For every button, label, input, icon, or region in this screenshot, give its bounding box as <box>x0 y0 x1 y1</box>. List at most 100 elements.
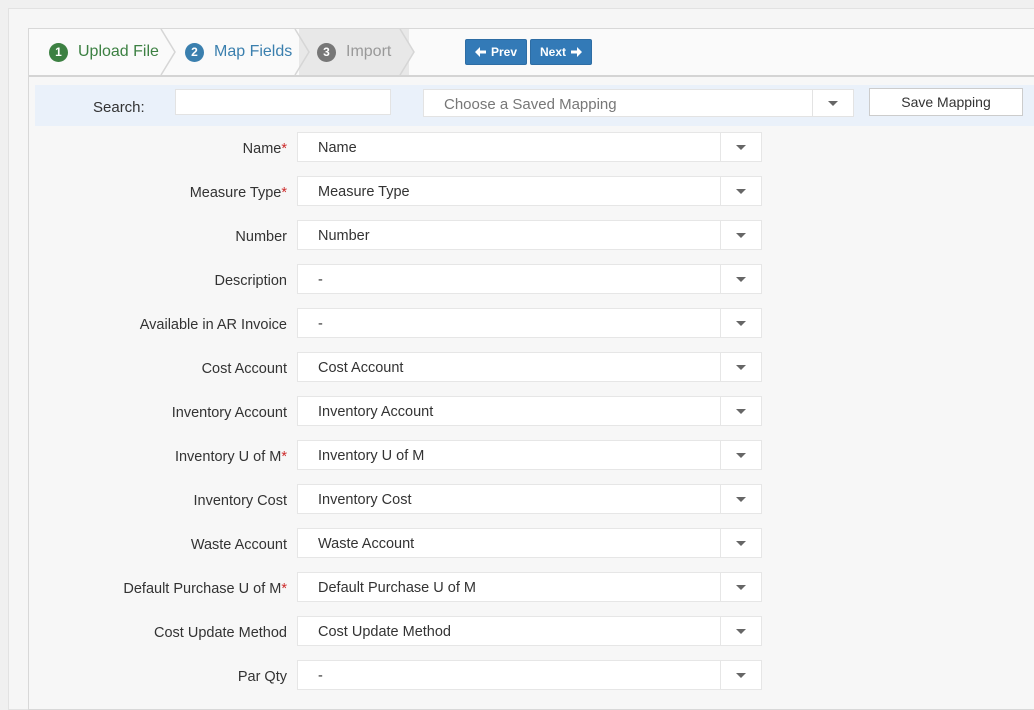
step-label: Upload File <box>78 43 159 60</box>
field-label: Waste Account <box>190 537 287 553</box>
step-upload-file[interactable]: 1 Upload File <box>49 29 159 75</box>
field-row: Inventory Account Inventory Account <box>29 396 829 426</box>
wizard-steps-bar: 1 Upload File 2 Map Fields 3 Import Prev… <box>29 29 1034 77</box>
save-mapping-button[interactable]: Save Mapping <box>869 88 1023 116</box>
field-row: Cost Update Method Cost Update Method <box>29 616 829 646</box>
caret-down-icon <box>736 673 746 678</box>
field-label: Inventory Cost <box>193 493 288 509</box>
search-toolbar: Search: Choose a Saved Mapping Save Mapp… <box>35 85 1034 126</box>
dropdown-toggle[interactable] <box>720 529 761 557</box>
field-label: Name* <box>242 141 287 157</box>
search-label: Search: <box>93 99 145 116</box>
field-row: Par Qty - <box>29 660 829 690</box>
field-value: Waste Account <box>318 536 415 552</box>
step-map-fields[interactable]: 2 Map Fields <box>185 29 292 75</box>
required-marker: * <box>281 449 287 465</box>
field-mapping-select[interactable]: Inventory Account <box>297 396 762 426</box>
dropdown-toggle[interactable] <box>812 90 853 116</box>
field-mapping-select[interactable]: Inventory U of M <box>297 440 762 470</box>
field-row: Inventory Cost Inventory Cost <box>29 484 829 514</box>
caret-down-icon <box>736 453 746 458</box>
field-value: Cost Account <box>318 360 404 376</box>
step-separator-icon <box>160 29 176 75</box>
field-value: Measure Type <box>318 184 410 200</box>
field-label: Description <box>214 273 287 289</box>
field-mapping-select[interactable]: - <box>297 264 762 294</box>
field-value: - <box>318 316 323 332</box>
step-separator-icon <box>397 29 415 75</box>
step-import[interactable]: 3 Import <box>317 29 391 75</box>
dropdown-toggle[interactable] <box>720 265 761 293</box>
step-label: Map Fields <box>214 43 293 60</box>
dropdown-toggle[interactable] <box>720 221 761 249</box>
caret-down-icon <box>736 585 746 590</box>
dropdown-toggle[interactable] <box>720 661 761 689</box>
dropdown-toggle[interactable] <box>720 309 761 337</box>
dropdown-toggle[interactable] <box>720 133 761 161</box>
caret-down-icon <box>736 277 746 282</box>
field-value: Inventory U of M <box>318 448 425 464</box>
required-marker: * <box>281 141 287 157</box>
import-wizard-panel: 1 Upload File 2 Map Fields 3 Import Prev… <box>28 28 1034 710</box>
field-row: Description - <box>29 264 829 294</box>
field-mapping-select[interactable]: Default Purchase U of M <box>297 572 762 602</box>
field-label: Par Qty <box>237 669 287 685</box>
arrow-right-icon <box>571 47 582 57</box>
next-button[interactable]: Next <box>530 39 592 65</box>
field-value: Cost Update Method <box>318 624 451 640</box>
caret-down-icon <box>736 145 746 150</box>
field-value: Number <box>318 228 370 244</box>
required-marker: * <box>281 185 287 201</box>
field-mapping-select[interactable]: Number <box>297 220 762 250</box>
field-row: Available in AR Invoice - <box>29 308 829 338</box>
step-number-badge: 2 <box>185 42 204 62</box>
field-label: Number <box>235 229 287 245</box>
field-mapping-select[interactable]: Measure Type <box>297 176 762 206</box>
field-value: Inventory Account <box>318 404 434 420</box>
field-value: - <box>318 272 323 288</box>
field-label: Inventory Account <box>171 405 287 421</box>
field-label: Available in AR Invoice <box>139 317 287 333</box>
prev-label: Prev <box>490 45 518 59</box>
dropdown-toggle[interactable] <box>720 441 761 469</box>
dropdown-toggle[interactable] <box>720 617 761 645</box>
prev-button[interactable]: Prev <box>465 39 527 65</box>
saved-mapping-placeholder: Choose a Saved Mapping <box>444 96 617 113</box>
dropdown-toggle[interactable] <box>720 353 761 381</box>
field-mapping-select[interactable]: Inventory Cost <box>297 484 762 514</box>
caret-down-icon <box>736 541 746 546</box>
caret-down-icon <box>736 409 746 414</box>
field-label: Measure Type* <box>189 185 287 201</box>
field-row: Measure Type* Measure Type <box>29 176 829 206</box>
dropdown-toggle[interactable] <box>720 485 761 513</box>
field-mapping-select[interactable]: Waste Account <box>297 528 762 558</box>
caret-down-icon <box>828 101 838 106</box>
field-mapping-select[interactable]: - <box>297 660 762 690</box>
saved-mapping-select[interactable]: Choose a Saved Mapping <box>423 89 854 117</box>
field-value: Inventory Cost <box>318 492 412 508</box>
field-row: Cost Account Cost Account <box>29 352 829 382</box>
arrow-left-icon <box>474 47 486 57</box>
field-mapping-select[interactable]: Name <box>297 132 762 162</box>
field-row: Default Purchase U of M* Default Purchas… <box>29 572 829 602</box>
field-row: Name* Name <box>29 132 829 162</box>
field-mapping-select[interactable]: - <box>297 308 762 338</box>
field-row: Inventory U of M* Inventory U of M <box>29 440 829 470</box>
caret-down-icon <box>736 233 746 238</box>
field-label: Default Purchase U of M* <box>123 581 287 597</box>
field-mapping-select[interactable]: Cost Update Method <box>297 616 762 646</box>
field-value: Name <box>318 140 357 156</box>
field-row: Waste Account Waste Account <box>29 528 829 558</box>
search-input[interactable] <box>175 89 391 115</box>
caret-down-icon <box>736 629 746 634</box>
field-row: Number Number <box>29 220 829 250</box>
dropdown-toggle[interactable] <box>720 397 761 425</box>
dropdown-toggle[interactable] <box>720 573 761 601</box>
caret-down-icon <box>736 365 746 370</box>
step-separator-icon <box>294 29 313 75</box>
field-mapping-select[interactable]: Cost Account <box>297 352 762 382</box>
required-marker: * <box>281 581 287 597</box>
step-label: Import <box>346 43 392 60</box>
dropdown-toggle[interactable] <box>720 177 761 205</box>
field-label: Cost Account <box>201 361 287 377</box>
